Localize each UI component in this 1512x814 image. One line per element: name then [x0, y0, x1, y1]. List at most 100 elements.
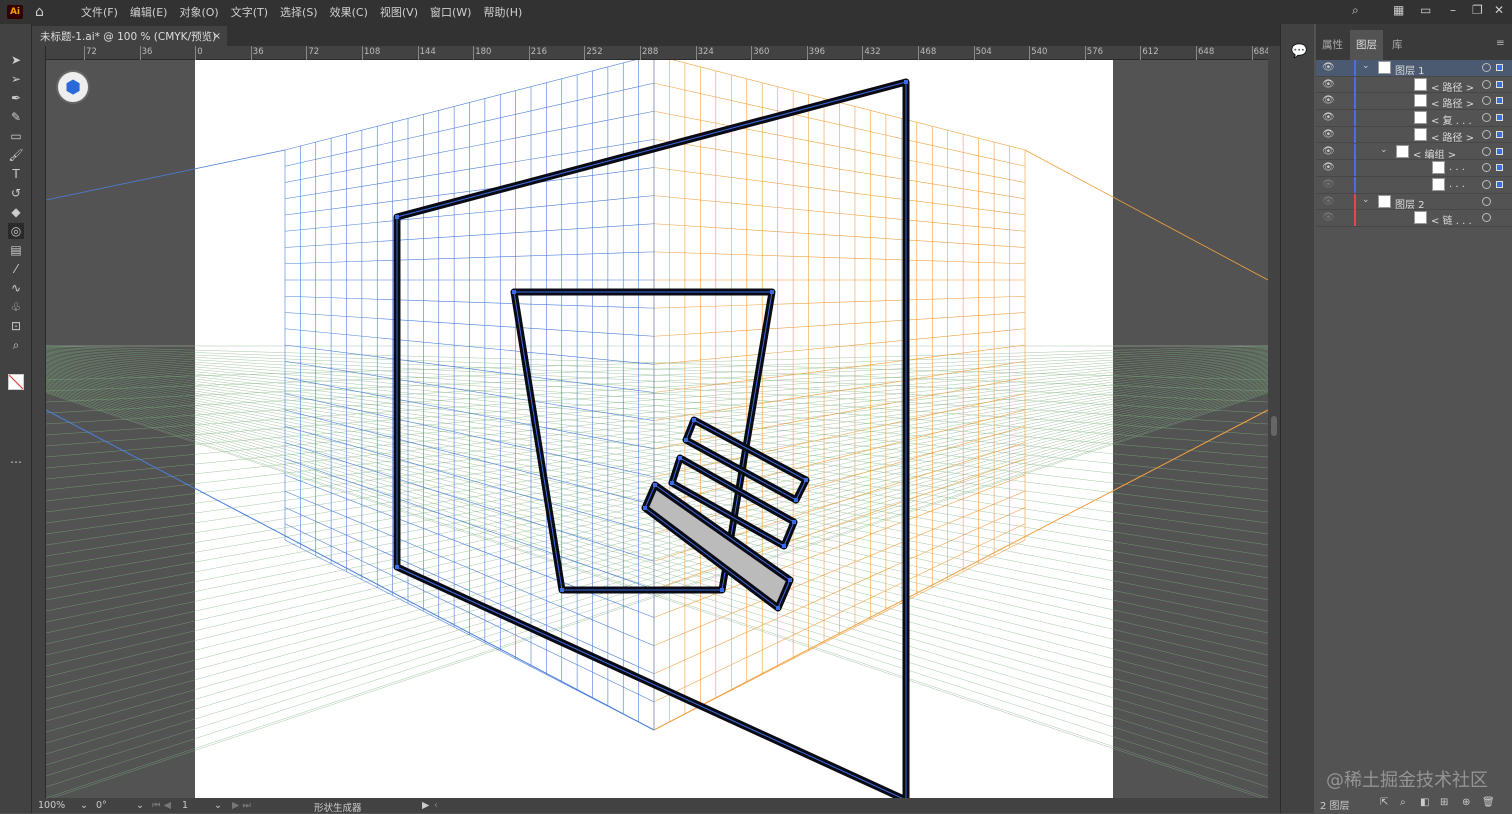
perspective-widget-icon[interactable]: ⬢ — [56, 70, 90, 104]
layer-name[interactable]: . . . — [1449, 162, 1465, 173]
artboard-dropdown-icon[interactable]: ⌄ — [214, 800, 222, 811]
first-artboard-icon[interactable]: ⏮ ◀ — [152, 800, 171, 811]
search-icon[interactable]: ⌕ — [1352, 3, 1359, 18]
expand-chevron-icon[interactable]: ⌄ — [1380, 145, 1388, 155]
blend-tool-icon[interactable]: ∿ — [8, 280, 24, 296]
artboard-tool-icon[interactable]: ⊡ — [8, 318, 24, 334]
selection-indicator[interactable] — [1496, 64, 1503, 71]
layer-row[interactable]: 👁 < 路径 > — [1316, 93, 1512, 110]
selection-indicator[interactable] — [1496, 80, 1503, 88]
rotate-tool-icon[interactable]: ↺ — [8, 185, 24, 201]
status-menu-icon[interactable]: ▶ — [422, 800, 429, 811]
layer-row[interactable]: 👁 ⌄ < 编组 > — [1316, 143, 1512, 161]
locate-object-icon[interactable]: ⌕ — [1400, 797, 1406, 808]
canvas[interactable]: ⬢ — [46, 60, 1268, 798]
arrange-icon[interactable]: ▭ — [1420, 3, 1431, 17]
menu-type[interactable]: 文字(T) — [231, 4, 268, 20]
new-layer-icon[interactable]: ⊕ — [1462, 797, 1470, 808]
selection-indicator[interactable] — [1496, 164, 1503, 172]
target-circle-icon[interactable] — [1482, 113, 1491, 123]
tab-properties[interactable]: 属性 — [1322, 37, 1343, 52]
visibility-eye-icon[interactable]: 👁 — [1322, 146, 1335, 157]
vertical-scrollbar[interactable] — [1268, 46, 1280, 798]
fill-swatch-icon[interactable] — [8, 374, 24, 390]
layer-row[interactable]: 👁 < 链 . . . — [1316, 210, 1512, 227]
layer-name[interactable]: < 路径 > — [1431, 129, 1474, 144]
layer-name[interactable]: . . . — [1449, 179, 1465, 190]
layer-name[interactable]: < 复 . . . — [1431, 112, 1472, 127]
rotation-value[interactable]: 0° — [96, 800, 107, 811]
close-tab-icon[interactable]: × — [213, 31, 221, 42]
minimize-icon[interactable]: – — [1450, 3, 1456, 17]
new-sublayer-icon[interactable]: ⊞ — [1440, 797, 1448, 808]
symbol-tool-icon[interactable]: ♧ — [8, 299, 24, 315]
tab-libraries[interactable]: 库 — [1392, 37, 1403, 52]
type-tool-icon[interactable]: T — [8, 166, 24, 182]
selection-tool-icon[interactable]: ➤ — [8, 52, 24, 68]
target-circle-icon[interactable] — [1482, 63, 1491, 72]
layer-row[interactable]: 👁 < 复 . . . — [1316, 110, 1512, 127]
restore-icon[interactable]: ❐ — [1472, 3, 1483, 17]
zoom-tool-icon[interactable]: ⌕ — [8, 337, 24, 353]
gradient-tool-icon[interactable]: ▤ — [8, 242, 24, 258]
selection-indicator[interactable] — [1496, 97, 1503, 105]
layer-name[interactable]: 图层 1 — [1395, 62, 1425, 77]
delete-layer-icon[interactable]: 🗑 — [1482, 797, 1495, 808]
menu-object[interactable]: 对象(O) — [179, 4, 218, 20]
selection-indicator[interactable] — [1496, 130, 1503, 138]
pen-tool-icon[interactable]: ✒ — [8, 90, 24, 106]
scroll-thumb[interactable] — [1271, 416, 1277, 436]
menu-view[interactable]: 视图(V) — [380, 4, 418, 20]
target-circle-icon[interactable] — [1482, 179, 1491, 189]
zoom-dropdown-icon[interactable]: ⌄ — [80, 800, 88, 811]
shape-builder-tool-icon[interactable]: ◎ — [8, 223, 24, 239]
menu-effect[interactable]: 效果(C) — [330, 4, 368, 20]
layer-row[interactable]: 👁 ⌄ 图层 1 — [1316, 60, 1512, 77]
scroll-left-icon[interactable]: ‹ — [434, 800, 438, 811]
visibility-eye-icon[interactable]: 👁 — [1322, 196, 1335, 207]
close-window-icon[interactable]: ✕ — [1494, 3, 1504, 17]
menu-help[interactable]: 帮助(H) — [483, 4, 522, 20]
layer-row[interactable]: 👁 ⌄ 图层 2 — [1316, 193, 1512, 211]
layer-row[interactable]: 👁 . . . — [1316, 160, 1512, 177]
document-tab[interactable]: 未标题-1.ai* @ 100 % (CMYK/预览) × — [32, 26, 227, 46]
menu-file[interactable]: 文件(F) — [81, 4, 118, 20]
brush-tool-icon[interactable]: 🖌 — [8, 147, 24, 163]
target-circle-icon[interactable] — [1482, 163, 1491, 173]
export-icon[interactable]: ⇱ — [1380, 797, 1388, 808]
layer-row[interactable]: 👁 < 路径 > — [1316, 76, 1512, 94]
menu-edit[interactable]: 编辑(E) — [130, 4, 168, 20]
visibility-eye-icon[interactable]: 👁 — [1322, 79, 1335, 90]
visibility-eye-icon[interactable]: 👁 — [1322, 162, 1335, 173]
more-tools-icon[interactable]: ⋯ — [8, 454, 24, 470]
layer-name[interactable]: < 链 . . . — [1431, 212, 1472, 227]
layer-name[interactable]: < 路径 > — [1431, 95, 1474, 110]
rotation-dropdown-icon[interactable]: ⌄ — [136, 800, 144, 811]
rectangle-tool-icon[interactable]: ▭ — [8, 128, 24, 144]
selection-indicator[interactable] — [1496, 114, 1503, 122]
target-circle-icon[interactable] — [1482, 213, 1491, 223]
layer-name[interactable]: 图层 2 — [1395, 196, 1425, 211]
clipping-mask-icon[interactable]: ◧ — [1420, 797, 1429, 808]
visibility-eye-icon[interactable]: 👁 — [1322, 62, 1335, 73]
layer-row[interactable]: 👁 < 路径 > — [1316, 126, 1512, 144]
target-circle-icon[interactable] — [1482, 146, 1491, 156]
layer-name[interactable]: < 路径 > — [1431, 79, 1474, 94]
selection-indicator[interactable] — [1496, 180, 1503, 188]
target-circle-icon[interactable] — [1482, 96, 1491, 106]
curvature-tool-icon[interactable]: ✎ — [8, 109, 24, 125]
panel-menu-icon[interactable]: ≡ — [1496, 37, 1505, 49]
eyedropper-tool-icon[interactable]: ⁄ — [8, 261, 24, 277]
menu-window[interactable]: 窗口(W) — [430, 4, 471, 20]
comments-icon[interactable]: 💬 — [1291, 44, 1307, 59]
target-circle-icon[interactable] — [1482, 196, 1491, 206]
target-circle-icon[interactable] — [1482, 129, 1491, 139]
eraser-tool-icon[interactable]: ◆ — [8, 204, 24, 220]
visibility-eye-icon[interactable]: 👁 — [1322, 112, 1335, 123]
artwork[interactable] — [46, 60, 1268, 798]
visibility-eye-icon[interactable]: 👁 — [1322, 179, 1335, 190]
artboard-number[interactable]: 1 — [182, 800, 188, 811]
expand-chevron-icon[interactable]: ⌄ — [1362, 61, 1370, 71]
zoom-level[interactable]: 100% — [38, 800, 65, 811]
visibility-eye-icon[interactable]: 👁 — [1322, 129, 1335, 140]
